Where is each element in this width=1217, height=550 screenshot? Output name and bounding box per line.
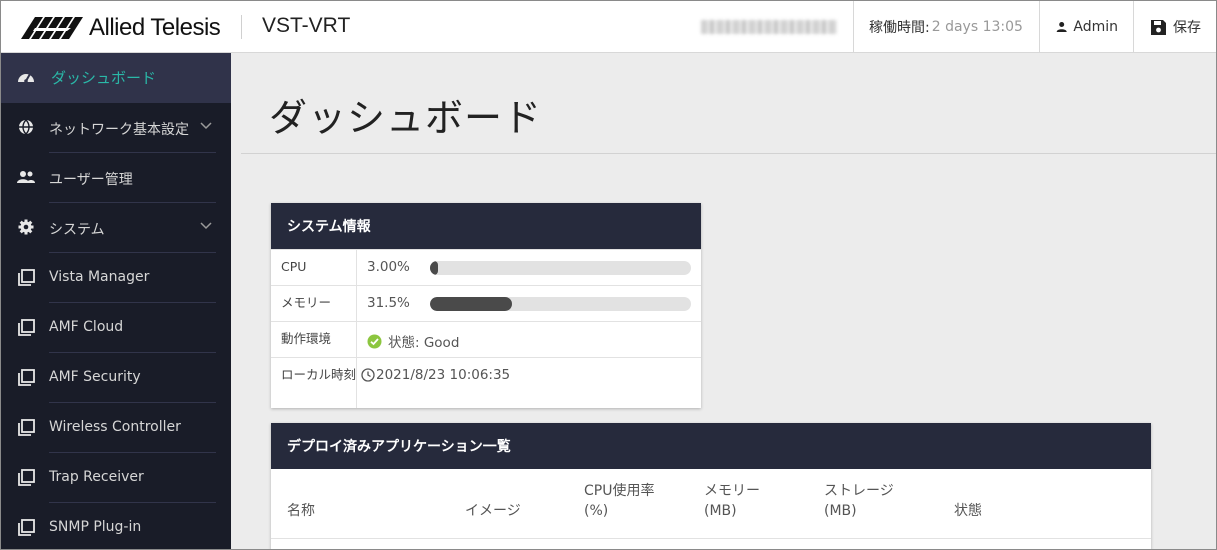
sidebar-item-amf-security[interactable]: AMF Security xyxy=(1,353,231,403)
page-title: ダッシュボード xyxy=(269,96,543,140)
memory-progress-bar xyxy=(430,297,691,311)
check-circle-icon xyxy=(367,334,382,348)
column-header-storage[interactable]: ストレージ (MB) xyxy=(824,481,894,521)
logo-text: Allied Telesis xyxy=(89,14,221,41)
sidebar-item-trap-receiver[interactable]: Trap Receiver xyxy=(1,453,231,503)
sidebar: ダッシュボード ネットワーク基本設定 ユーザー管理 システム Vista Man… xyxy=(1,53,231,549)
column-header-cpu-usage[interactable]: CPU使用率 (%) xyxy=(584,481,654,521)
sidebar-item-label: SNMP Plug-in xyxy=(49,519,142,535)
main-content: ダッシュボード システム情報 CPU 3.00% メモリー 31.5% 動作環境 xyxy=(231,53,1216,549)
sidebar-item-user-management[interactable]: ユーザー管理 xyxy=(1,153,231,203)
memory-progress-fill xyxy=(430,297,513,311)
sidebar-item-label: Vista Manager xyxy=(49,269,150,285)
sidebar-item-dashboard[interactable]: ダッシュボード xyxy=(1,53,231,103)
memory-label: メモリー xyxy=(271,286,357,321)
deployed-apps-card: デプロイ済みアプリケーション一覧 名称 イメージ CPU使用率 (%) メモリー… xyxy=(271,423,1151,549)
chevron-down-icon xyxy=(200,222,212,230)
environment-label: 動作環境 xyxy=(271,322,357,357)
blurred-address xyxy=(701,20,837,34)
speedometer-icon xyxy=(17,68,35,86)
cpu-row: CPU 3.00% xyxy=(271,249,701,285)
sidebar-item-label: システム xyxy=(49,222,105,238)
window-stack-icon xyxy=(17,468,35,486)
window-stack-icon xyxy=(17,368,35,386)
sidebar-item-label: AMF Security xyxy=(49,369,141,385)
uptime-value: 2 days 13:05 xyxy=(931,19,1023,35)
app-window: Allied Telesis VST-VRT 稼働時間: 2 days 13:0… xyxy=(0,0,1217,550)
sidebar-item-amf-cloud[interactable]: AMF Cloud xyxy=(1,303,231,353)
sidebar-item-wireless-controller[interactable]: Wireless Controller xyxy=(1,403,231,453)
window-stack-icon xyxy=(17,268,35,286)
sidebar-item-snmp-plugin[interactable]: SNMP Plug-in xyxy=(1,503,231,549)
top-header: Allied Telesis VST-VRT 稼働時間: 2 days 13:0… xyxy=(1,1,1216,53)
environment-status-text: 状態: Good xyxy=(388,335,460,351)
sidebar-item-label: ユーザー管理 xyxy=(49,172,133,188)
floppy-disk-icon xyxy=(1151,19,1166,35)
clock-icon xyxy=(361,368,375,382)
deployed-apps-table-header: 名称 イメージ CPU使用率 (%) メモリー (MB) ストレージ (MB) … xyxy=(271,469,1151,539)
allied-telesis-logo[interactable]: Allied Telesis xyxy=(21,14,221,41)
title-divider xyxy=(241,153,1216,154)
save-label: 保存 xyxy=(1173,20,1201,36)
uptime-label: 稼働時間: xyxy=(869,20,930,36)
chevron-down-icon xyxy=(200,122,212,130)
column-header-name[interactable]: 名称 xyxy=(287,501,315,521)
window-stack-icon xyxy=(17,518,35,536)
environment-row: 動作環境 状態: Good xyxy=(271,321,701,357)
cpu-progress-bar xyxy=(430,261,691,275)
sidebar-item-label: ダッシュボード xyxy=(51,69,157,87)
sidebar-item-label: AMF Cloud xyxy=(49,319,124,335)
memory-value: 31.5% xyxy=(367,295,410,311)
memory-row: メモリー 31.5% xyxy=(271,285,701,321)
user-icon xyxy=(1056,22,1067,32)
cpu-label: CPU xyxy=(271,250,357,285)
sidebar-item-network-settings[interactable]: ネットワーク基本設定 xyxy=(1,103,231,153)
globe-icon xyxy=(17,118,35,136)
admin-label: Admin xyxy=(1073,19,1118,35)
local-time-value: 2021/8/23 10:06:35 xyxy=(361,367,510,383)
column-header-memory[interactable]: メモリー (MB) xyxy=(704,481,760,521)
environment-status: 状態: Good xyxy=(367,331,459,351)
sidebar-item-system[interactable]: システム xyxy=(1,203,231,253)
cpu-value: 3.00% xyxy=(367,259,410,275)
column-header-image[interactable]: イメージ xyxy=(465,501,521,521)
window-stack-icon xyxy=(17,418,35,436)
window-stack-icon xyxy=(17,318,35,336)
sidebar-item-label: Wireless Controller xyxy=(49,419,181,435)
local-time-label: ローカル時刻 xyxy=(271,358,357,408)
device-name: VST-VRT xyxy=(262,14,351,37)
users-icon xyxy=(17,168,35,186)
sidebar-item-vista-manager[interactable]: Vista Manager xyxy=(1,253,231,303)
gear-icon xyxy=(17,218,35,236)
local-time-text: 2021/8/23 10:06:35 xyxy=(376,367,511,383)
header-divider xyxy=(241,15,242,39)
uptime-display: 稼働時間: 2 days 13:05 xyxy=(853,1,1039,53)
admin-menu-button[interactable]: Admin xyxy=(1039,1,1133,53)
sidebar-item-label: Trap Receiver xyxy=(49,469,144,485)
cpu-progress-fill xyxy=(430,261,438,275)
system-info-card: システム情報 CPU 3.00% メモリー 31.5% 動作環境 状態: Goo… xyxy=(271,203,701,408)
save-button[interactable]: 保存 xyxy=(1133,1,1216,53)
column-header-status[interactable]: 状態 xyxy=(954,501,982,521)
system-info-title: システム情報 xyxy=(271,203,701,249)
deployed-apps-title: デプロイ済みアプリケーション一覧 xyxy=(271,423,1151,469)
local-time-row: ローカル時刻 2021/8/23 10:06:35 xyxy=(271,357,701,408)
allied-telesis-mark-icon xyxy=(21,17,83,39)
sidebar-item-label: ネットワーク基本設定 xyxy=(49,122,189,138)
